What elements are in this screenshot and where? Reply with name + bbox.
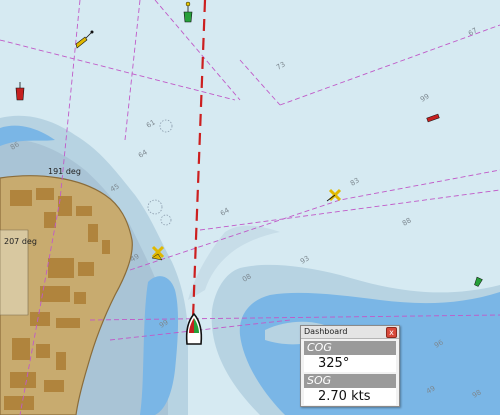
dashboard-window[interactable]: Dashboard x COG 325° SOG 2.70 kts [300, 325, 400, 407]
sog-value: 2.70 kts [304, 388, 396, 405]
nautical-chart[interactable]: 67736164998388456486930849999649 98 191 d… [0, 0, 500, 415]
dashboard-title: Dashboard [304, 327, 348, 336]
bearing-label: 191 deg [48, 167, 81, 176]
close-icon[interactable]: x [386, 327, 397, 338]
dashboard-titlebar[interactable]: Dashboard x [301, 326, 399, 339]
cog-value: 325° [304, 355, 396, 372]
chart-view[interactable]: 67 73 61 64 99 83 88 45 64 86 93 08 49 99 96 49 98 191 d… [0, 0, 500, 415]
bearing-label: 207 deg [4, 237, 37, 246]
sog-label: SOG [304, 374, 396, 388]
cog-label: COG [304, 341, 396, 355]
